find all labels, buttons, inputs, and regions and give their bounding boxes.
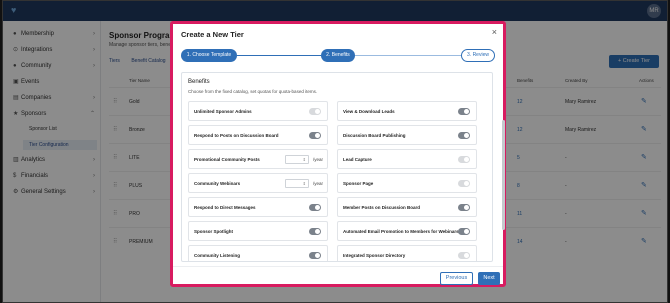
benefit-card-integrated-sponsor-directory: Integrated Sponsor Directory [337,245,477,261]
toggle-switch[interactable] [458,156,470,163]
close-icon[interactable]: × [492,27,497,37]
toggle-switch[interactable] [458,228,470,235]
toggle-switch[interactable] [458,132,470,139]
toggle-switch[interactable] [458,180,470,187]
benefit-card-community-webinars: Community Webinars ⇕/year [188,173,328,193]
benefits-title: Benefits [188,79,210,85]
modal-title: Create a New Tier [181,30,244,39]
benefit-card-sponsor-page: Sponsor Page [337,173,477,193]
step-benefits[interactable]: 2. Benefits [321,49,355,62]
benefit-card-community-listening: Community Listening [188,245,328,261]
benefits-panel: Benefits Choose from the fixed catalog, … [181,72,493,262]
previous-button[interactable]: Previous [440,272,473,285]
step-connector [355,55,461,56]
toggle-switch[interactable] [309,108,321,115]
benefits-subtitle: Choose from the fixed catalog, set quota… [188,89,318,94]
quota-stepper[interactable]: ⇕ [285,155,309,164]
modal-scrollbar[interactable] [502,120,505,230]
create-tier-modal: Create a New Tier × 1. Choose Template 2… [170,21,506,287]
benefit-card-lead-capture: Lead Capture [337,149,477,169]
benefit-card-respond-to-direct-messages: Respond to Direct Messages [188,197,328,217]
benefit-card-discussion-board-publishing: Discussion Board Publishing [337,125,477,145]
toggle-switch[interactable] [458,204,470,211]
benefit-card-sponsor-spotlight: Sponsor Spotlight [188,221,328,241]
benefit-card-promotional-community-posts: Promotional Community Posts ⇕/year [188,149,328,169]
quota-stepper[interactable]: ⇕ [285,179,309,188]
benefit-card-automated-email-promotion: Automated Email Promotion to Members for… [337,221,477,241]
toggle-switch[interactable] [309,204,321,211]
app-window: ♥ MR ● Membership › ⊙ Integrations › ● Commun… [2,0,668,303]
toggle-switch[interactable] [309,252,321,259]
stepper: 1. Choose Template 2. Benefits 3. Review [181,49,497,63]
step-choose-template[interactable]: 1. Choose Template [181,49,237,62]
toggle-switch[interactable] [309,228,321,235]
benefit-card-unlimited-sponsor-admins: Unlimited Sponsor Admins [188,101,328,121]
step-review[interactable]: 3. Review [461,49,495,62]
toggle-switch[interactable] [309,132,321,139]
benefit-card-member-posts: Member Posts on Discussion Board [337,197,477,217]
benefit-card-respond-to-posts: Respond to Posts on Discussion Board [188,125,328,145]
toggle-switch[interactable] [458,252,470,259]
modal-footer: Previous Next [173,266,503,288]
step-connector [237,55,321,56]
benefit-card-view-download-leads: View & Download Leads [337,101,477,121]
next-button[interactable]: Next [478,272,500,285]
toggle-switch[interactable] [458,108,470,115]
